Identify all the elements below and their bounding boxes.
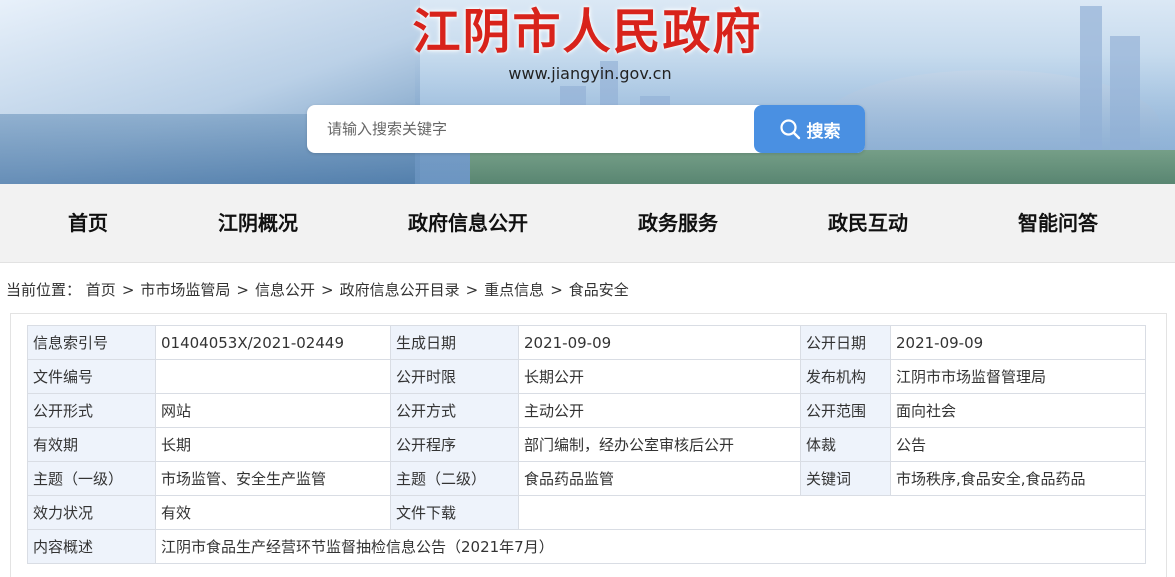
table-row: 文件编号 公开时限 长期公开 发布机构 江阴市市场监督管理局: [27, 359, 1146, 394]
search-button-label: 搜索: [806, 121, 841, 142]
search-input[interactable]: [307, 105, 747, 153]
value-pub-scope: 面向社会: [890, 393, 1146, 428]
value-status: 有效: [155, 495, 391, 530]
label-gen-date: 生成日期: [390, 325, 519, 360]
value-summary: 江阴市食品生产经营环节监督抽检信息公告（2021年7月）: [155, 529, 1146, 564]
label-pub-form: 公开形式: [27, 393, 156, 428]
label-summary: 内容概述: [27, 529, 156, 564]
header-banner: 江阴市人民政府 www.jiangyin.gov.cn 搜索: [0, 0, 1175, 184]
search-icon: [779, 119, 800, 140]
table-row: 信息索引号 01404053X/2021-02449 生成日期 2021-09-…: [27, 325, 1146, 360]
value-topic2: 食品药品监管: [518, 461, 801, 496]
breadcrumb-separator: >: [321, 281, 334, 299]
label-pub-method: 公开方式: [390, 393, 519, 428]
table-row: 主题（一级） 市场监管、安全生产监管 主题（二级） 食品药品监管 关键词 市场秩…: [27, 461, 1146, 496]
value-doc-no: [155, 359, 391, 394]
table-row: 内容概述 江阴市食品生产经营环节监督抽检信息公告（2021年7月）: [27, 529, 1146, 564]
info-table: 信息索引号 01404053X/2021-02449 生成日期 2021-09-…: [27, 325, 1146, 564]
breadcrumb-separator: >: [121, 281, 135, 299]
value-genre: 公告: [890, 427, 1146, 462]
value-issuer: 江阴市市场监督管理局: [890, 359, 1146, 394]
value-pub-form: 网站: [155, 393, 391, 428]
breadcrumb-market-bureau[interactable]: 市市场监管局: [140, 281, 230, 299]
table-row: 公开形式 网站 公开方式 主动公开 公开范围 面向社会: [27, 393, 1146, 428]
value-validity: 长期: [155, 427, 391, 462]
label-doc-no: 文件编号: [27, 359, 156, 394]
breadcrumb-key-info[interactable]: 重点信息: [484, 281, 544, 299]
label-topic2: 主题（二级）: [390, 461, 519, 496]
breadcrumb-food-safety[interactable]: 食品安全: [569, 281, 629, 299]
breadcrumb-catalog[interactable]: 政府信息公开目录: [340, 281, 460, 299]
nav-item-interaction[interactable]: 政民互动: [818, 184, 918, 262]
label-pub-date: 公开日期: [800, 325, 891, 360]
breadcrumb-separator: >: [465, 281, 479, 299]
label-pub-period: 公开时限: [390, 359, 519, 394]
nav-item-gov-info[interactable]: 政府信息公开: [398, 184, 538, 262]
label-validity: 有效期: [27, 427, 156, 462]
nav-item-home[interactable]: 首页: [48, 184, 128, 262]
label-genre: 体裁: [800, 427, 891, 462]
value-download[interactable]: [518, 495, 1146, 530]
breadcrumb-info-public[interactable]: 信息公开: [255, 281, 315, 299]
value-keywords: 市场秩序,食品安全,食品药品: [890, 461, 1146, 496]
label-pub-scope: 公开范围: [800, 393, 891, 428]
banner-trees: [470, 150, 1175, 184]
breadcrumb: 当前位置： 首页 > 市市场监管局 > 信息公开 > 政府信息公开目录 > 重点信息 > 食品安全: [6, 278, 629, 302]
site-url: www.jiangyin.gov.cn: [508, 64, 672, 83]
breadcrumb-separator: >: [236, 281, 249, 299]
table-row: 效力状况 有效 文件下载: [27, 495, 1146, 530]
main-nav: 首页 江阴概况 政府信息公开 政务服务 政民互动 智能问答: [0, 184, 1175, 263]
value-topic1: 市场监管、安全生产监管: [155, 461, 391, 496]
breadcrumb-prefix: 当前位置：: [6, 281, 82, 299]
breadcrumb-separator: >: [550, 281, 563, 299]
label-status: 效力状况: [27, 495, 156, 530]
label-keywords: 关键词: [800, 461, 891, 496]
breadcrumb-home[interactable]: 首页: [86, 281, 116, 299]
nav-item-services[interactable]: 政务服务: [628, 184, 728, 262]
label-topic1: 主题（一级）: [27, 461, 156, 496]
value-pub-period: 长期公开: [518, 359, 801, 394]
value-pub-procedure: 部门编制，经办公室审核后公开: [518, 427, 801, 462]
label-index-no: 信息索引号: [27, 325, 156, 360]
site-title: 江阴市人民政府: [412, 4, 763, 60]
nav-item-overview[interactable]: 江阴概况: [208, 184, 308, 262]
value-gen-date: 2021-09-09: [518, 325, 801, 360]
search-button[interactable]: 搜索: [754, 105, 865, 153]
label-download: 文件下载: [390, 495, 519, 530]
value-pub-method: 主动公开: [518, 393, 801, 428]
value-pub-date: 2021-09-09: [890, 325, 1146, 360]
nav-item-qa[interactable]: 智能问答: [1008, 184, 1108, 262]
table-row: 有效期 长期 公开程序 部门编制，经办公室审核后公开 体裁 公告: [27, 427, 1146, 462]
label-pub-procedure: 公开程序: [390, 427, 519, 462]
search-box: 搜索: [307, 105, 865, 153]
value-index-no: 01404053X/2021-02449: [155, 325, 391, 360]
label-issuer: 发布机构: [800, 359, 891, 394]
